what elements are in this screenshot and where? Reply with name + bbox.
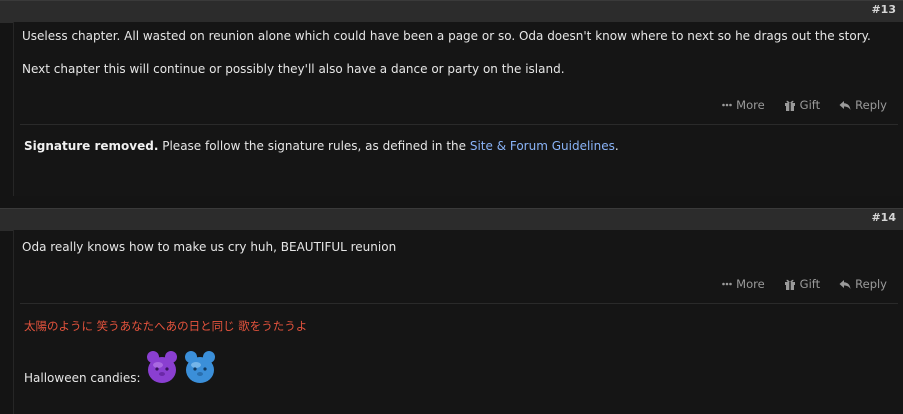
gift-label: Gift [799, 98, 821, 112]
gift-icon [784, 278, 796, 290]
post-header: #13 [0, 0, 903, 23]
more-button[interactable]: More [722, 277, 765, 291]
ellipsis-icon [722, 279, 732, 289]
post-actions: More Gift Reply [722, 98, 887, 112]
post-number[interactable]: #13 [871, 3, 896, 16]
signature: Signature removed. Please follow the sig… [24, 139, 619, 153]
signature-text: Please follow the signature rules, as de… [158, 139, 470, 153]
post-actions: More Gift Reply [722, 277, 887, 291]
post-number[interactable]: #14 [871, 211, 896, 224]
reply-button[interactable]: Reply [839, 98, 887, 112]
gift-label: Gift [799, 277, 821, 291]
reply-label: Reply [855, 98, 887, 112]
gift-button[interactable]: Gift [784, 98, 820, 112]
signature-divider [20, 124, 898, 125]
reply-label: Reply [855, 277, 887, 291]
post-body: Oda really knows how to make us cry huh,… [13, 230, 903, 414]
post-text-line: Useless chapter. All wasted on reunion a… [22, 29, 871, 43]
more-button[interactable]: More [722, 98, 765, 112]
more-label: More [736, 98, 765, 112]
post-text-line: Next chapter this will continue or possi… [22, 62, 565, 76]
blue-bear-candy-icon [183, 348, 217, 387]
reply-icon [839, 278, 851, 290]
gift-icon [784, 99, 796, 111]
guidelines-link[interactable]: Site & Forum Guidelines [470, 139, 615, 153]
reply-icon [839, 99, 851, 111]
candies-label: Halloween candies: [24, 371, 141, 385]
gift-button[interactable]: Gift [784, 277, 820, 291]
purple-bear-candy-icon [145, 348, 179, 387]
signature-removed-label: Signature removed. [24, 139, 159, 153]
signature-end: . [614, 139, 619, 153]
more-label: More [736, 277, 765, 291]
signature-divider [20, 303, 898, 304]
signature-japanese-text: 太陽のように 笑うあなたへあの日と同じ 歌をうたうよ [24, 319, 308, 333]
post-text-line: Oda really knows how to make us cry huh,… [22, 240, 397, 254]
post-body: Useless chapter. All wasted on reunion a… [13, 22, 903, 196]
ellipsis-icon [722, 100, 732, 110]
signature-candies: Halloween candies: [24, 348, 217, 387]
reply-button[interactable]: Reply [839, 277, 887, 291]
post-header: #14 [0, 208, 903, 231]
